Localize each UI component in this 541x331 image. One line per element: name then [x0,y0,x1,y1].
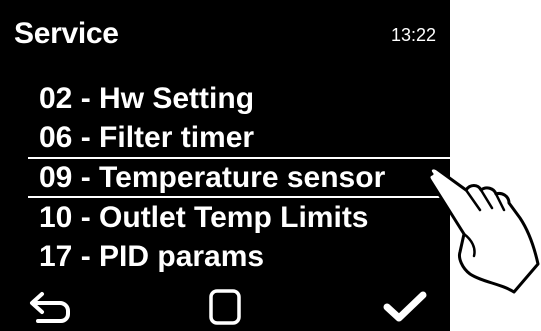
home-button[interactable] [195,282,255,331]
bottom-action-bar [0,282,450,331]
device-screen: Service 13:22 02 - Hw Setting 06 - Filte… [0,0,450,331]
menu-item-filter-timer[interactable]: 06 - Filter timer [0,118,450,157]
menu-item-outlet-temp-limits[interactable]: 10 - Outlet Temp Limits [0,198,450,237]
clock-display: 13:22 [390,25,436,45]
menu-item-label: 02 - Hw Setting [39,82,255,115]
square-icon [209,288,241,325]
back-button[interactable] [20,282,80,331]
menu-item-temperature-sensor[interactable]: 09 - Temperature sensor [28,157,450,198]
service-menu: 02 - Hw Setting 06 - Filter timer 09 - T… [0,79,450,276]
menu-item-label: 17 - PID params [39,240,265,273]
device-stage: Service 13:22 02 - Hw Setting 06 - Filte… [0,0,541,331]
menu-item-pid-params[interactable]: 17 - PID params [0,237,450,276]
menu-item-label: 06 - Filter timer [39,121,255,154]
back-arrow-icon [30,291,70,323]
menu-item-label: 10 - Outlet Temp Limits [39,201,369,234]
page-title: Service [14,17,119,50]
menu-item-label: 09 - Temperature sensor [39,161,386,194]
pointing-hand-icon [427,166,540,294]
menu-item-hw-setting[interactable]: 02 - Hw Setting [0,79,450,118]
